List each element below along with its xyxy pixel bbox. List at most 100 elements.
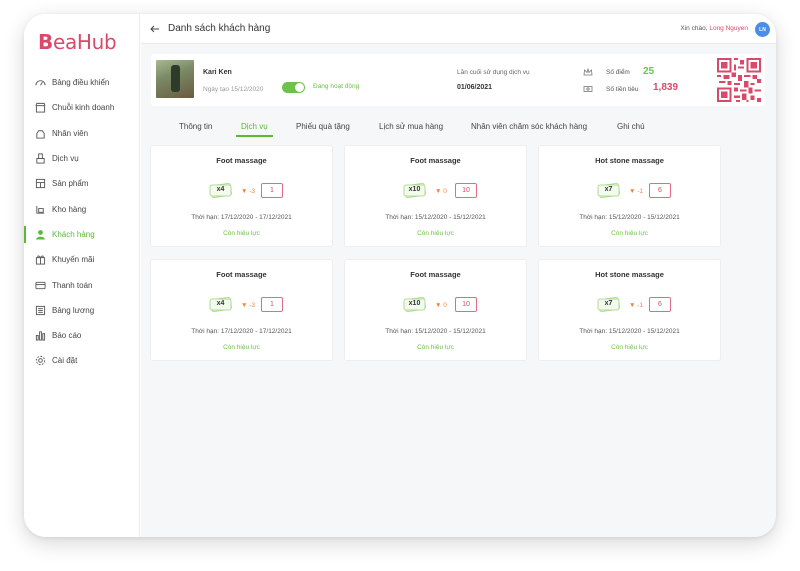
sidebar-item-label: Thanh toán [52, 280, 93, 290]
service-quantity: x10 [408, 186, 421, 193]
arrow-down-icon: ▼ [435, 188, 444, 195]
service-used-delta: ▼ -3 [241, 188, 256, 195]
tab-info[interactable]: Thông tin [179, 122, 212, 131]
sidebar-item-label: Sản phẩm [52, 179, 89, 189]
customer-created-date: Ngày tạo 15/12/2020 [203, 86, 264, 93]
service-period: Thời hạn: 17/12/2020 - 17/12/2021 [191, 214, 292, 221]
sidebar-item-label: Báo cáo [52, 331, 82, 341]
service-remaining: 1 [261, 183, 283, 198]
dashboard-icon [35, 77, 46, 88]
arrow-down-icon: ▼ [629, 188, 638, 195]
app-window: BeaHub Bảng điều khiển Chuỗi kinh doanh … [24, 14, 776, 537]
service-name: Hot stone massage [595, 270, 664, 279]
service-card[interactable]: Hot stone massage x7 ▼ -1 6 Thời hạn: 15/12/… [538, 259, 721, 361]
sidebar-item-reports[interactable]: Báo cáo [24, 323, 140, 348]
service-used-delta: ▼ 0 [435, 302, 447, 309]
money-icon [583, 85, 593, 93]
service-card[interactable]: Foot massage x4 ▼ -3 1 Thời hạn: 17/12/2020 … [150, 145, 333, 247]
service-status: Còn hiệu lực [611, 230, 648, 237]
service-status: Còn hiệu lực [417, 344, 454, 351]
staff-icon [35, 128, 46, 139]
warehouse-icon [35, 204, 46, 215]
service-quantity: x4 [216, 300, 225, 307]
avatar[interactable]: LN [755, 22, 770, 37]
service-remaining: 10 [455, 297, 477, 312]
arrow-down-icon: ▼ [241, 188, 250, 195]
sidebar-item-product[interactable]: Sản phẩm [24, 171, 140, 196]
points-value: 25 [643, 66, 655, 77]
service-name: Foot massage [216, 156, 267, 165]
sidebar-item-promotions[interactable]: Khuyến mãi [24, 247, 140, 272]
service-period: Thời hạn: 15/12/2020 - 15/12/2021 [385, 328, 486, 335]
service-name: Foot massage [410, 156, 461, 165]
service-quantity: x7 [604, 186, 613, 193]
service-card[interactable]: Foot massage x4 ▼ -3 1 Thời hạn: 17/12/2020 … [150, 259, 333, 361]
service-card[interactable]: Hot stone massage x7 ▼ -1 6 Thời hạn: 15/12/… [538, 145, 721, 247]
customer-tabs: Thông tin Dịch vụ Phiếu quà tặng Lịch sử… [141, 118, 776, 138]
service-quantity: x4 [216, 186, 225, 193]
customer-name: Kari Ken [203, 69, 232, 76]
service-used-delta: ▼ -1 [629, 188, 644, 195]
product-icon [35, 178, 46, 189]
service-status: Còn hiệu lực [223, 230, 260, 237]
logo[interactable]: BeaHub [38, 30, 117, 54]
status-toggle[interactable] [282, 82, 305, 93]
service-status: Còn hiệu lực [223, 344, 260, 351]
user-name[interactable]: Long Nguyen [709, 25, 748, 32]
back-arrow-icon[interactable] [149, 23, 161, 35]
sidebar-item-label: Chuỗi kinh doanh [52, 103, 115, 113]
service-card[interactable]: Foot massage x10 ▼ 0 10 Thời hạn: 15/12/2020… [344, 259, 527, 361]
sidebar-item-settings[interactable]: Cài đặt [24, 348, 140, 373]
sidebar-item-service[interactable]: Dịch vụ [24, 146, 140, 171]
service-period: Thời hạn: 17/12/2020 - 17/12/2021 [191, 328, 292, 335]
sidebar-item-dashboard[interactable]: Bảng điều khiển [24, 70, 140, 95]
logo-mark: B [38, 30, 53, 54]
service-remaining: 6 [649, 297, 671, 312]
sidebar-item-warehouse[interactable]: Kho hàng [24, 196, 140, 221]
sidebar-item-label: Nhân viên [52, 128, 89, 138]
sidebar-item-customers[interactable]: Khách hàng [24, 222, 140, 247]
settings-icon [35, 355, 46, 366]
payment-icon [35, 280, 46, 291]
last-used-label: Lần cuối sử dụng dịch vụ [457, 69, 530, 76]
sidebar-item-label: Bảng điều khiển [52, 78, 110, 88]
report-icon [35, 330, 46, 341]
service-used-delta: ▼ 0 [435, 188, 447, 195]
sidebar-item-label: Khách hàng [52, 229, 95, 239]
arrow-down-icon: ▼ [435, 302, 444, 309]
sidebar-item-business-chain[interactable]: Chuỗi kinh doanh [24, 95, 140, 120]
store-icon [35, 102, 46, 113]
tab-purchase-history[interactable]: Lịch sử mua hàng [379, 122, 443, 131]
tab-notes[interactable]: Ghi chú [617, 122, 645, 131]
tab-services[interactable]: Dịch vụ [236, 122, 273, 137]
service-remaining: 10 [455, 183, 477, 198]
service-name: Foot massage [216, 270, 267, 279]
sidebar-item-label: Khuyến mãi [52, 255, 95, 265]
service-remaining: 1 [261, 297, 283, 312]
service-name: Hot stone massage [595, 156, 664, 165]
qr-code[interactable] [717, 58, 761, 102]
tab-gift-vouchers[interactable]: Phiếu quà tặng [296, 122, 350, 131]
service-period: Thời hạn: 15/12/2020 - 15/12/2021 [579, 328, 680, 335]
service-used-delta: ▼ -1 [629, 302, 644, 309]
main-content: Danh sách khách hàng Xin chào, Long Nguy… [141, 14, 776, 537]
service-period: Thời hạn: 15/12/2020 - 15/12/2021 [385, 214, 486, 221]
sidebar-nav: Bảng điều khiển Chuỗi kinh doanh Nhân vi… [24, 70, 140, 374]
service-used-delta: ▼ -3 [241, 302, 256, 309]
sidebar-item-payments[interactable]: Thanh toán [24, 272, 140, 297]
status-label: Đang hoạt động [313, 83, 360, 90]
sidebar-item-staff[interactable]: Nhân viên [24, 121, 140, 146]
tab-care-staff[interactable]: Nhân viên chăm sóc khách hàng [471, 122, 587, 131]
arrow-down-icon: ▼ [241, 302, 250, 309]
sidebar-item-label: Kho hàng [52, 204, 87, 214]
customer-icon [35, 229, 46, 240]
greeting: Xin chào, Long Nguyen [680, 25, 748, 32]
customer-photo [156, 60, 194, 98]
sidebar-item-label: Dịch vụ [52, 154, 79, 164]
service-remaining: 6 [649, 183, 671, 198]
service-card[interactable]: Foot massage x10 ▼ 0 10 Thời hạn: 15/12/2020… [344, 145, 527, 247]
sidebar-item-payroll[interactable]: Bảng lương [24, 298, 140, 323]
service-icon [35, 153, 46, 164]
sidebar-item-label: Bảng lương [52, 305, 95, 315]
sidebar: BeaHub Bảng điều khiển Chuỗi kinh doanh … [24, 14, 140, 537]
